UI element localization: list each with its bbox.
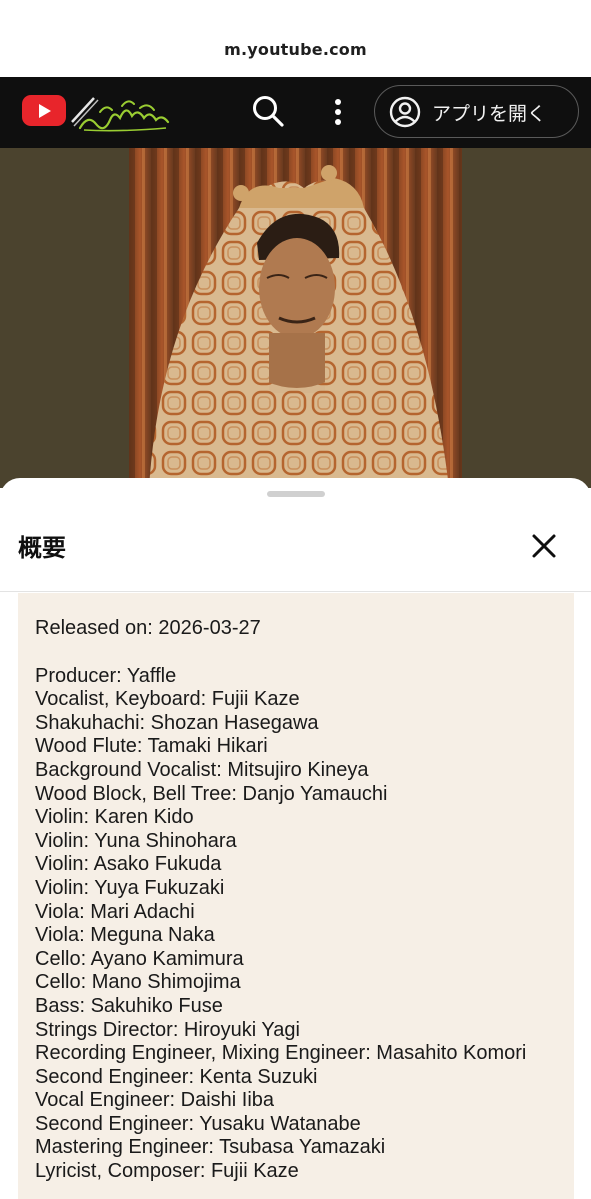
credit-line: Bass: Sakuhiko Fuse [35, 994, 223, 1017]
divider [0, 591, 591, 592]
credit-line: Viola: Mari Adachi [35, 900, 195, 923]
video-thumbnail[interactable] [129, 148, 462, 488]
credit-line: Wood Flute: Tamaki Hikari [35, 735, 268, 758]
more-options-button[interactable] [324, 93, 352, 133]
credit-line: Cello: Mano Shimojima [35, 971, 241, 994]
release-date: Released on: 2026-03-27 [35, 617, 261, 639]
account-circle-icon [389, 96, 421, 128]
credit-line: Cello: Ayano Kamimura [35, 947, 244, 970]
credit-line: Shakuhachi: Shozan Hasegawa [35, 711, 319, 734]
sheet-title: 概要 [18, 534, 66, 562]
credit-line: Vocalist, Keyboard: Fujii Kaze [35, 688, 300, 711]
credit-line: Producer: Yaffle [35, 664, 177, 687]
credit-line: Second Engineer: Kenta Suzuki [35, 1065, 318, 1088]
credit-line: Mastering Engineer: Tsubasa Yamazaki [35, 1136, 386, 1159]
youtube-logo-icon[interactable] [22, 95, 66, 126]
credit-line: Violin: Yuya Fukuzaki [35, 876, 225, 899]
search-icon [253, 96, 284, 127]
open-app-label: アプリを開く [432, 103, 547, 125]
description-sheet: 概要 Released on: 2026-03-27 Producer: Yaf… [0, 478, 591, 1199]
credit-line: Violin: Karen Kido [35, 806, 194, 829]
browser-url-bar[interactable]: m.youtube.com [0, 0, 591, 77]
drag-handle[interactable] [267, 491, 325, 497]
search-button[interactable] [248, 91, 288, 131]
credit-line: Viola: Meguna Naka [35, 924, 215, 947]
credit-line: Strings Director: Hiroyuki Yagi [35, 1018, 300, 1041]
credit-line: Lyricist, Composer: Fujii Kaze [35, 1160, 299, 1183]
credit-line: Second Engineer: Yusaku Watanabe [35, 1112, 361, 1135]
credit-line: Recording Engineer, Mixing Engineer: Mas… [35, 1042, 527, 1065]
credit-line: Violin: Yuna Shinohara [35, 829, 237, 852]
youtube-header: アプリを開く [0, 77, 591, 148]
credit-line: Wood Block, Bell Tree: Danjo Yamauchi [35, 782, 388, 805]
close-button[interactable] [528, 530, 560, 562]
url-text[interactable]: m.youtube.com [0, 40, 591, 59]
more-vert-icon [335, 99, 341, 105]
credit-line: Violin: Asako Fukuda [35, 853, 222, 876]
description-body: Released on: 2026-03-27 Producer: Yaffle… [18, 593, 574, 1199]
credits-list: Producer: Yaffle Vocalist, Keyboard: Fuji… [35, 665, 574, 1184]
open-app-button[interactable]: アプリを開く [374, 85, 579, 138]
credit-line: Background Vocalist: Mitsujiro Kineya [35, 758, 369, 781]
video-player[interactable] [0, 148, 591, 488]
close-icon [532, 534, 556, 558]
credit-line: Vocal Engineer: Daishi Iiba [35, 1089, 275, 1112]
youtube-doodle-icon[interactable] [70, 92, 174, 134]
